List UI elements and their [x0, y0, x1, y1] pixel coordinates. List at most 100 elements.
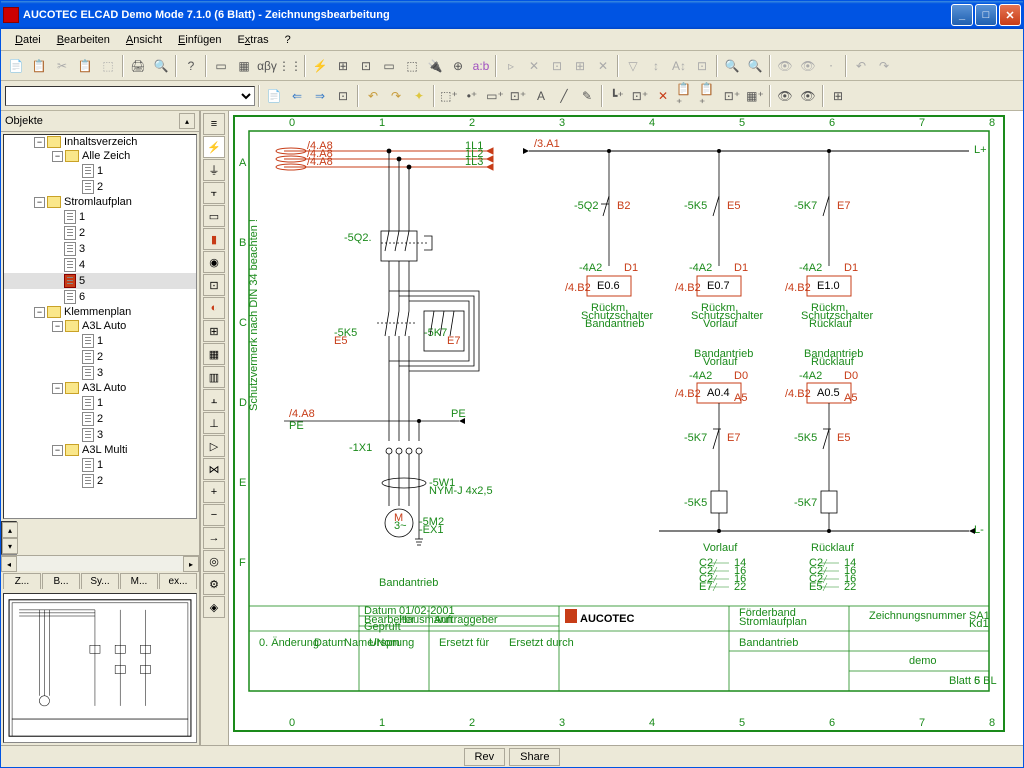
tree-page[interactable]: 2 — [97, 475, 103, 487]
print-icon[interactable]: 🖨 — [127, 55, 149, 77]
vtool-more-icon[interactable]: ◈ — [203, 596, 225, 618]
tree-scroll-up[interactable]: ▴ — [2, 522, 18, 538]
vtool-cap-icon[interactable]: ⊥ — [203, 412, 225, 434]
vtool-fuse-icon[interactable]: ▮ — [203, 228, 225, 250]
print-preview-icon[interactable]: 🔍 — [150, 55, 172, 77]
panel-up-icon[interactable]: ▴ — [179, 113, 195, 129]
tb-icon[interactable]: ✕ — [523, 55, 545, 77]
tree-page[interactable]: 1 — [97, 165, 103, 177]
tree-page[interactable]: 1 — [97, 459, 103, 471]
undo2-icon[interactable]: ↶ — [362, 85, 384, 107]
m4-icon[interactable]: ⊡⁺ — [507, 85, 529, 107]
tool7-icon[interactable]: ⊕ — [447, 55, 469, 77]
text-icon[interactable]: αβγ — [256, 55, 278, 77]
vtool-ground-icon[interactable]: ⏚ — [203, 159, 225, 181]
grid-icon[interactable]: ⊞ — [827, 85, 849, 107]
nav4-icon[interactable]: ⊡ — [332, 85, 354, 107]
tool3-icon[interactable]: ⊡ — [355, 55, 377, 77]
m3-icon[interactable]: ▭⁺ — [484, 85, 506, 107]
list-icon[interactable]: ⋮⋮ — [279, 55, 301, 77]
tree-page[interactable]: 2 — [97, 181, 103, 193]
tree-a3lmulti[interactable]: A3L Multi — [82, 444, 127, 456]
tree-page[interactable]: 6 — [79, 291, 85, 303]
vtool-res-icon[interactable]: ⫠ — [203, 389, 225, 411]
tree-hscroll-left[interactable]: ◂ — [1, 556, 17, 572]
redo2-icon[interactable]: ↷ — [385, 85, 407, 107]
sort3-icon[interactable]: ⊡ — [691, 55, 713, 77]
e1-icon[interactable]: ┗⁺ — [606, 85, 628, 107]
tree-page[interactable]: 3 — [97, 367, 103, 379]
tool2-icon[interactable]: ⊞ — [332, 55, 354, 77]
undo-icon[interactable]: ↶ — [850, 55, 872, 77]
nav-fwd-icon[interactable]: ⇒ — [309, 85, 331, 107]
m5-icon[interactable]: A — [530, 85, 552, 107]
sort2-icon[interactable]: A↕ — [668, 55, 690, 77]
tool6-icon[interactable]: 🔌 — [424, 55, 446, 77]
vtool-switch-icon[interactable]: ⚡ — [203, 136, 225, 158]
menu-datei[interactable]: Datei — [7, 32, 49, 48]
binoc2-icon[interactable]: 👁 — [797, 85, 819, 107]
tree-page[interactable]: 4 — [79, 259, 85, 271]
vtool-lamp-icon[interactable]: ◉ — [203, 251, 225, 273]
new-icon[interactable]: 📄 — [5, 55, 27, 77]
e7-icon[interactable]: ▦⁺ — [744, 85, 766, 107]
nav1-icon[interactable]: 📄 — [263, 85, 285, 107]
vtool-plus-icon[interactable]: + — [203, 481, 225, 503]
tree-klemmen[interactable]: Klemmenplan — [64, 306, 131, 318]
vtool-minus-icon[interactable]: − — [203, 504, 225, 526]
find3-icon[interactable]: ⋅ — [820, 55, 842, 77]
find-icon[interactable]: 👁 — [774, 55, 796, 77]
tree-allezeich[interactable]: Alle Zeich — [82, 150, 130, 162]
vtool-meter-icon[interactable]: ⊞ — [203, 320, 225, 342]
vtool-term-icon[interactable]: ⊡ — [203, 274, 225, 296]
tree-stromlauf[interactable]: Stromlaufplan — [64, 196, 132, 208]
copy-icon[interactable]: 📋 — [28, 55, 50, 77]
highlight-icon[interactable]: ✦ — [408, 85, 430, 107]
window-icon[interactable]: ▭ — [210, 55, 232, 77]
e2-icon[interactable]: ⊡⁺ — [629, 85, 651, 107]
tree-page[interactable]: 2 — [79, 227, 85, 239]
te-icon[interactable]: ✕ — [592, 55, 614, 77]
tree-page[interactable]: 1 — [97, 335, 103, 347]
tree-page[interactable]: 2 — [97, 351, 103, 363]
tool4-icon[interactable]: ▭ — [378, 55, 400, 77]
tab-z[interactable]: Z... — [3, 573, 41, 589]
paste-icon[interactable]: 📋 — [74, 55, 96, 77]
status-rev-button[interactable]: Rev — [464, 748, 506, 766]
tool5-icon[interactable]: ⬚ — [401, 55, 423, 77]
m1-icon[interactable]: ⬚⁺ — [438, 85, 460, 107]
minimize-button[interactable]: _ — [951, 4, 973, 26]
vtool-gear-icon[interactable]: ⚙ — [203, 573, 225, 595]
find2-icon[interactable]: 👁 — [797, 55, 819, 77]
tree-scroll-down[interactable]: ▾ — [2, 538, 18, 554]
drawing-canvas[interactable]: 012 345 678 ABC DEF Schutzvermerk nach D… — [229, 111, 1023, 745]
m6-icon[interactable]: ╱ — [553, 85, 575, 107]
help-icon[interactable]: ? — [180, 55, 202, 77]
tool-icon[interactable]: ⬚ — [97, 55, 119, 77]
maximize-button[interactable]: □ — [975, 4, 997, 26]
multi-window-icon[interactable]: ▦ — [233, 55, 255, 77]
menu-help[interactable]: ? — [277, 32, 299, 48]
tree-a3lauto[interactable]: A3L Auto — [82, 320, 126, 332]
tree-a3lauto2[interactable]: A3L Auto — [82, 382, 126, 394]
tree-page[interactable]: 3 — [79, 243, 85, 255]
vtool-contact-icon[interactable]: ⫟ — [203, 182, 225, 204]
tree-hscroll-right[interactable]: ▸ — [183, 556, 199, 572]
cut-icon[interactable]: ✂ — [51, 55, 73, 77]
tab-ex[interactable]: ex... — [159, 573, 197, 589]
tc-icon[interactable]: ⊡ — [546, 55, 568, 77]
tree-page[interactable]: 1 — [97, 397, 103, 409]
tab-b[interactable]: B... — [42, 573, 80, 589]
e4-icon[interactable]: 📋⁺ — [675, 85, 697, 107]
td-icon[interactable]: ⊞ — [569, 55, 591, 77]
vtool-motor-icon[interactable]: ◐ — [203, 297, 225, 319]
zoomout-icon[interactable]: 🔍 — [744, 55, 766, 77]
binoc1-icon[interactable]: 👁 — [774, 85, 796, 107]
close-button[interactable]: ✕ — [999, 4, 1021, 26]
vtool-trans-icon[interactable]: ⋈ — [203, 458, 225, 480]
e3-icon[interactable]: ✕ — [652, 85, 674, 107]
tab-sy[interactable]: Sy... — [81, 573, 119, 589]
vtool-target-icon[interactable]: ◎ — [203, 550, 225, 572]
tree-inhalt[interactable]: Inhaltsverzeich — [64, 136, 137, 148]
vtool-diag-icon[interactable]: ▥ — [203, 366, 225, 388]
